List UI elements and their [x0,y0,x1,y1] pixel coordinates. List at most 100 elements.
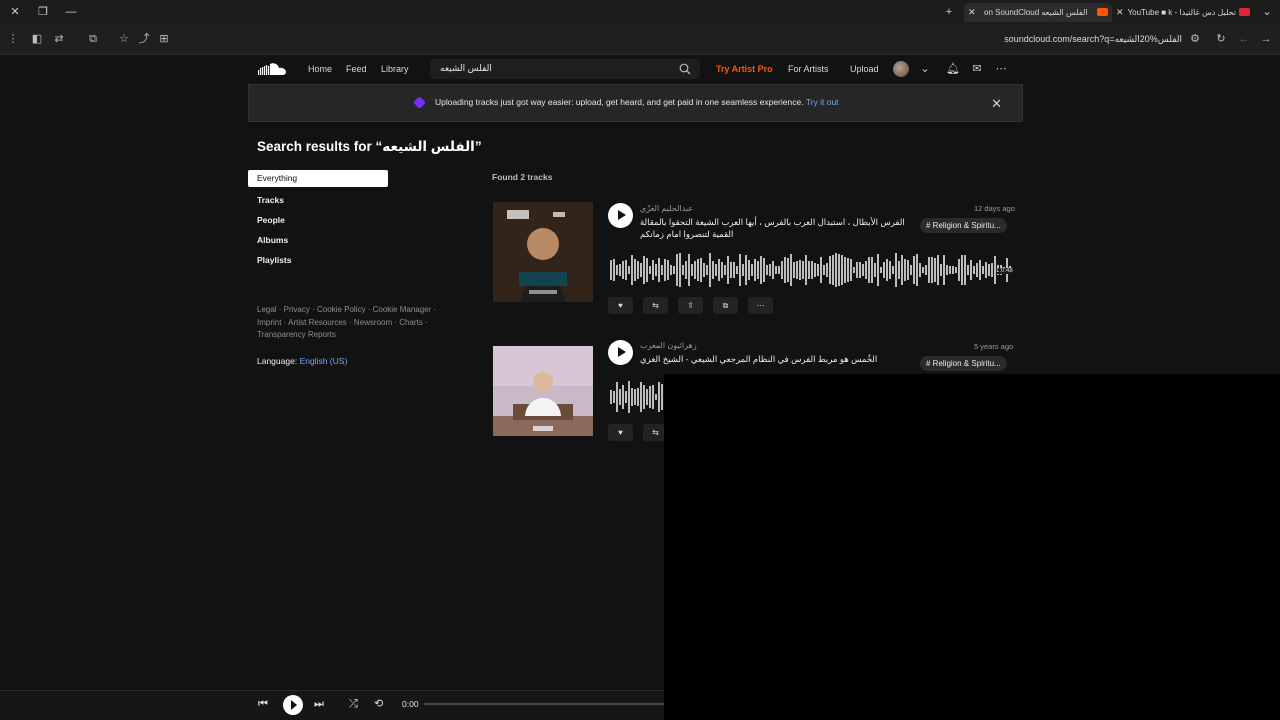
progress-bar[interactable] [424,703,664,705]
waveform-bar [730,262,732,278]
filter-everything[interactable]: Everything [248,170,388,187]
waveform-bar [673,266,675,274]
more-options-icon[interactable]: ⋯ [994,62,1008,76]
shuffle-icon[interactable]: ⤮ [349,697,358,711]
waveform[interactable] [610,380,664,414]
close-window-icon[interactable]: ✕ [8,5,22,19]
like-button[interactable]: ♥ [608,424,633,441]
site-settings-icon[interactable]: ⚙ [1188,32,1202,46]
close-tab-icon[interactable]: ✕ [968,3,976,22]
waveform-bar [829,256,831,284]
extension-icon[interactable]: ◧ [30,32,44,46]
messages-icon[interactable]: ✉ [970,62,984,76]
filter-playlists[interactable]: Playlists [257,255,292,265]
waveform-bar [637,261,639,279]
waveform-bar [916,254,918,286]
waveform-bar [892,265,894,275]
try-artist-pro-link[interactable]: Try Artist Pro [716,63,773,75]
next-track-icon[interactable]: ⏭ [314,697,324,711]
search-input[interactable]: الفلس الشيعه [430,59,700,79]
bookmark-star-icon[interactable]: ☆ [117,32,131,46]
waveform-bar [970,260,972,280]
waveform-bar [940,263,942,277]
new-tab-icon[interactable]: + [942,5,956,19]
genre-tag[interactable]: # Religion & Spiritu... [920,218,1007,233]
menu-dots-icon[interactable]: ⋮ [6,32,20,46]
like-button[interactable]: ♥ [608,297,633,314]
play-button[interactable] [608,340,633,365]
waveform-bar [628,265,630,275]
for-artists-link[interactable]: For Artists [788,63,829,75]
restore-window-icon[interactable]: ❐ [36,5,50,19]
reload-icon[interactable]: ↻ [1214,32,1228,46]
banner-try-it-out-link[interactable]: Try it out [806,97,839,107]
chevron-down-icon[interactable]: ⌄ [918,62,932,76]
tab-menu-chevron-icon[interactable]: ⌄ [1260,5,1274,19]
waveform-bar [631,388,633,406]
waveform-bar [871,256,873,284]
genre-tag[interactable]: # Religion & Spiritu... [920,356,1007,371]
notifications-bell-icon[interactable]: 🔔︎ [946,62,960,76]
nav-feed[interactable]: Feed [346,63,367,75]
extension-icon[interactable]: ⊞ [157,32,171,46]
waveform-bar [919,263,921,277]
tab-youtube[interactable]: ✕ تحليل دس غالتيدا - YouTube ■ k [1112,3,1254,22]
play-button[interactable] [283,695,303,715]
avatar[interactable] [893,61,909,77]
waveform-bar [733,262,735,278]
waveform-bar [670,264,672,276]
waveform-bar [661,264,663,276]
waveform-bar [640,263,642,277]
waveform[interactable] [610,252,1012,288]
play-button[interactable] [608,203,633,228]
previous-track-icon[interactable]: ⏮ [258,697,268,711]
track-title[interactable]: الخُمس هو مربط الفرس في النظام المرجعي ا… [640,353,910,365]
waveform-bar [874,263,876,277]
repeat-icon[interactable]: ⟲ [374,697,383,711]
footer-links[interactable]: Legal · Privacy · Cookie Policy · Cookie… [257,304,452,342]
waveform-bar [619,389,621,405]
share-button[interactable]: ⇪ [678,297,703,314]
track-uploader[interactable]: زهرائيون المغرب [640,341,697,350]
sidebar-icon[interactable]: ⧉ [86,32,100,46]
nav-home[interactable]: Home [308,63,332,75]
upload-link[interactable]: Upload [850,63,879,75]
track-duration: 1:0:48 [996,268,1013,274]
waveform-bar [931,257,933,283]
waveform-bar [943,255,945,285]
waveform-bar [772,260,774,280]
forward-icon[interactable]: ← [1237,32,1251,46]
language-link[interactable]: English (US) [300,356,348,366]
waveform-bar [856,262,858,278]
address-bar[interactable]: soundcloud.com/search?q=الفلس%20الشيعه [1004,32,1182,46]
copy-link-button[interactable]: ⧉ [713,297,738,314]
waveform-bar [754,258,756,282]
waveform-bar [613,391,615,403]
filter-tracks[interactable]: Tracks [257,195,284,205]
waveform-bar [952,265,954,275]
track-uploader[interactable]: عبدالحليم الغزّي [640,204,693,213]
filter-albums[interactable]: Albums [257,235,288,245]
waveform-bar [964,255,966,285]
share-icon[interactable]: ⤴ [137,32,151,46]
repost-button[interactable]: ⇆ [643,297,668,314]
nav-library[interactable]: Library [381,63,409,75]
waveform-bar [706,264,708,276]
close-tab-icon[interactable]: ✕ [1116,3,1124,22]
track-artwork[interactable] [493,346,593,436]
close-icon[interactable]: ✕ [991,96,1002,112]
more-button[interactable]: ⋯ [748,297,773,314]
filter-people[interactable]: People [257,215,285,225]
waveform-bar [634,389,636,405]
track-artwork[interactable] [493,202,593,302]
waveform-bar [841,254,843,286]
back-icon[interactable]: → [1259,32,1273,46]
tab-soundcloud[interactable]: ✕ الفلس الشيعه on SoundCloud [964,3,1112,22]
waveform-bar [913,255,915,285]
search-icon[interactable] [679,63,691,75]
track-title[interactable]: الفرس الأبطال ، استبدال العرب بالفرس ، أ… [640,216,910,240]
extension-icon[interactable]: ⇄ [52,32,66,46]
soundcloud-logo-icon[interactable] [258,62,288,76]
black-overlay [664,374,1280,720]
minimize-window-icon[interactable]: — [64,5,78,19]
